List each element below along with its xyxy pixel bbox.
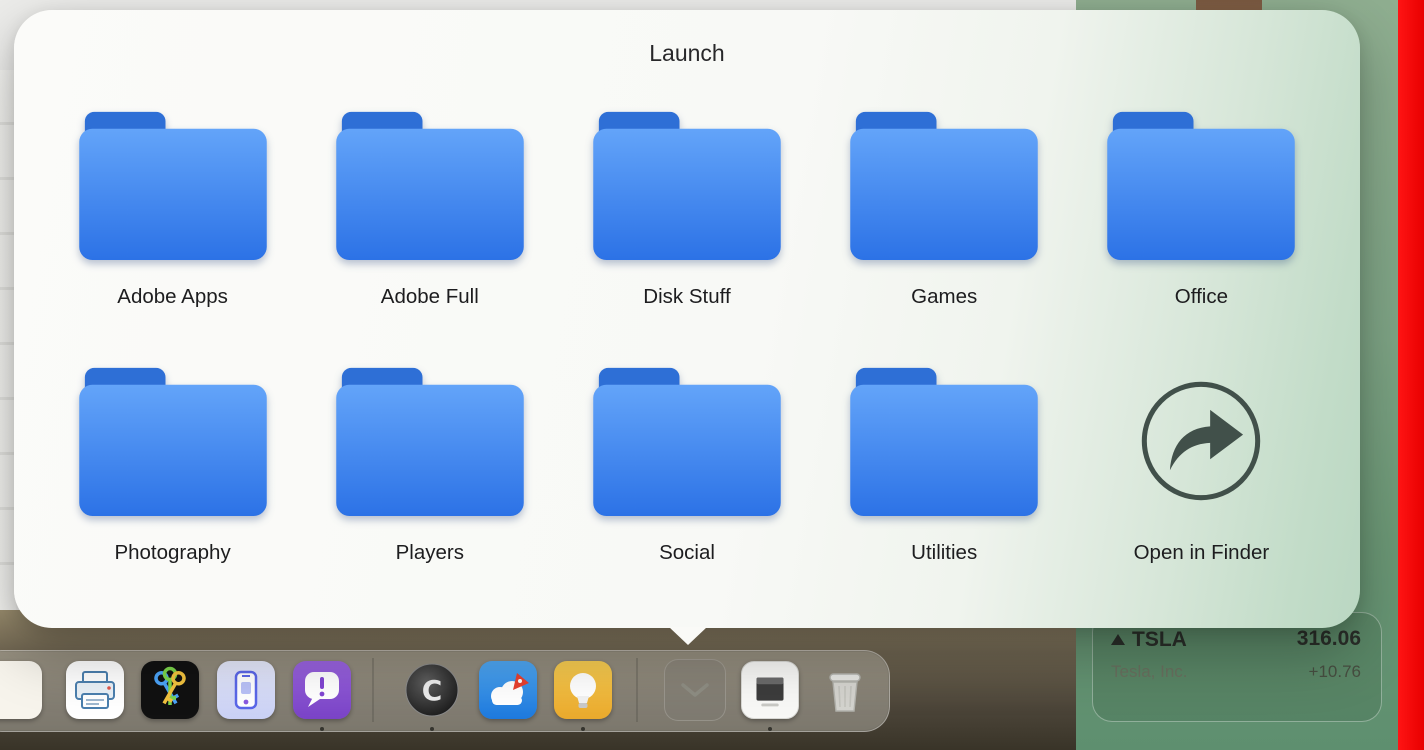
folder-item-social[interactable]: Social — [593, 366, 781, 566]
stocks-widget[interactable]: TSLA 316.06 Tesla, Inc. +10.76 — [1092, 612, 1382, 722]
keys-glyph — [154, 666, 186, 705]
lightbulb-app-icon[interactable] — [554, 661, 612, 719]
folder-label: Adobe Apps — [117, 285, 228, 308]
folder-item-players[interactable]: Players — [336, 366, 524, 566]
chevron-down-icon — [681, 683, 709, 697]
cloud-rocket-glyph — [491, 673, 529, 705]
trash-icon[interactable] — [816, 661, 874, 719]
phone-app-icon[interactable] — [217, 661, 275, 719]
document-app-icon[interactable] — [741, 661, 799, 719]
folder-icon — [850, 111, 1038, 260]
folder-item-office[interactable]: Office — [1107, 110, 1296, 310]
cloud-transfer-app-icon[interactable] — [479, 661, 537, 719]
folder-label: Photography — [114, 541, 231, 564]
bulb-glyph — [570, 673, 596, 708]
alert-chat-app-icon[interactable] — [293, 661, 351, 719]
folder-icon — [1107, 111, 1296, 260]
stock-company: Tesla, Inc. — [1111, 661, 1188, 681]
open-in-finder-label: Open in Finder — [1133, 541, 1270, 564]
clone-c-app-icon[interactable]: C — [403, 661, 461, 719]
svg-text:C: C — [422, 674, 443, 707]
folder-label: Disk Stuff — [643, 285, 731, 308]
trash-glyph — [829, 673, 861, 712]
folder-icon — [78, 111, 267, 260]
dock-separator — [372, 658, 374, 722]
running-indicator — [320, 727, 324, 731]
popup-title: Launch — [649, 40, 725, 66]
open-in-finder-item[interactable]: Open in Finder — [1133, 366, 1270, 566]
alert-bubble-glyph — [305, 672, 339, 707]
stock-symbol: TSLA — [1132, 627, 1187, 651]
stock-change: +10.76 — [1308, 661, 1361, 681]
folder-label: Players — [395, 541, 464, 564]
screen-edge-red-strip — [1398, 0, 1424, 750]
stock-price: 316.06 — [1296, 627, 1361, 650]
folder-icon — [850, 367, 1038, 516]
folder-item-adobe-apps[interactable]: Adobe Apps — [78, 110, 267, 310]
running-indicator — [581, 727, 585, 731]
folder-icon — [78, 367, 267, 516]
running-indicator — [768, 727, 772, 731]
folder-item-photography[interactable]: Photography — [78, 366, 267, 566]
forward-arrow-icon — [1142, 381, 1261, 501]
folder-label: Office — [1174, 285, 1228, 308]
folder-item-utilities[interactable]: Utilities — [850, 366, 1038, 566]
dock-stack-popup: Launch Adobe Apps Adobe Full Disk Stuff — [14, 10, 1360, 645]
popup-pointer — [669, 627, 707, 645]
folder-icon — [336, 111, 524, 260]
folder-grid: Adobe Apps Adobe Full Disk Stuff Games O… — [14, 110, 1360, 566]
running-indicator — [430, 727, 434, 731]
dock-separator — [636, 658, 638, 722]
document-thumbnail-glyph — [756, 677, 784, 707]
keys-app-icon[interactable] — [141, 661, 199, 719]
folder-item-games[interactable]: Games — [850, 110, 1038, 310]
c-ball-glyph: C — [405, 663, 459, 717]
folder-label: Games — [911, 285, 978, 308]
folder-label: Adobe Full — [380, 285, 479, 308]
folder-label: Social — [659, 541, 715, 564]
folder-icon — [593, 367, 781, 516]
folder-label: Utilities — [911, 541, 978, 564]
stock-symbol-row: TSLA — [1111, 628, 1187, 652]
folder-item-disk-stuff[interactable]: Disk Stuff — [593, 110, 781, 310]
folder-icon — [336, 367, 524, 516]
folder-item-adobe-full[interactable]: Adobe Full — [336, 110, 524, 310]
open-stack-tile[interactable] — [664, 659, 726, 721]
printer-app-icon[interactable] — [66, 661, 124, 719]
phone-glyph — [234, 670, 258, 710]
printer-glyph — [75, 671, 115, 709]
partial-app-icon[interactable] — [0, 661, 42, 719]
up-arrow-icon — [1111, 634, 1125, 645]
folder-icon — [593, 111, 781, 260]
